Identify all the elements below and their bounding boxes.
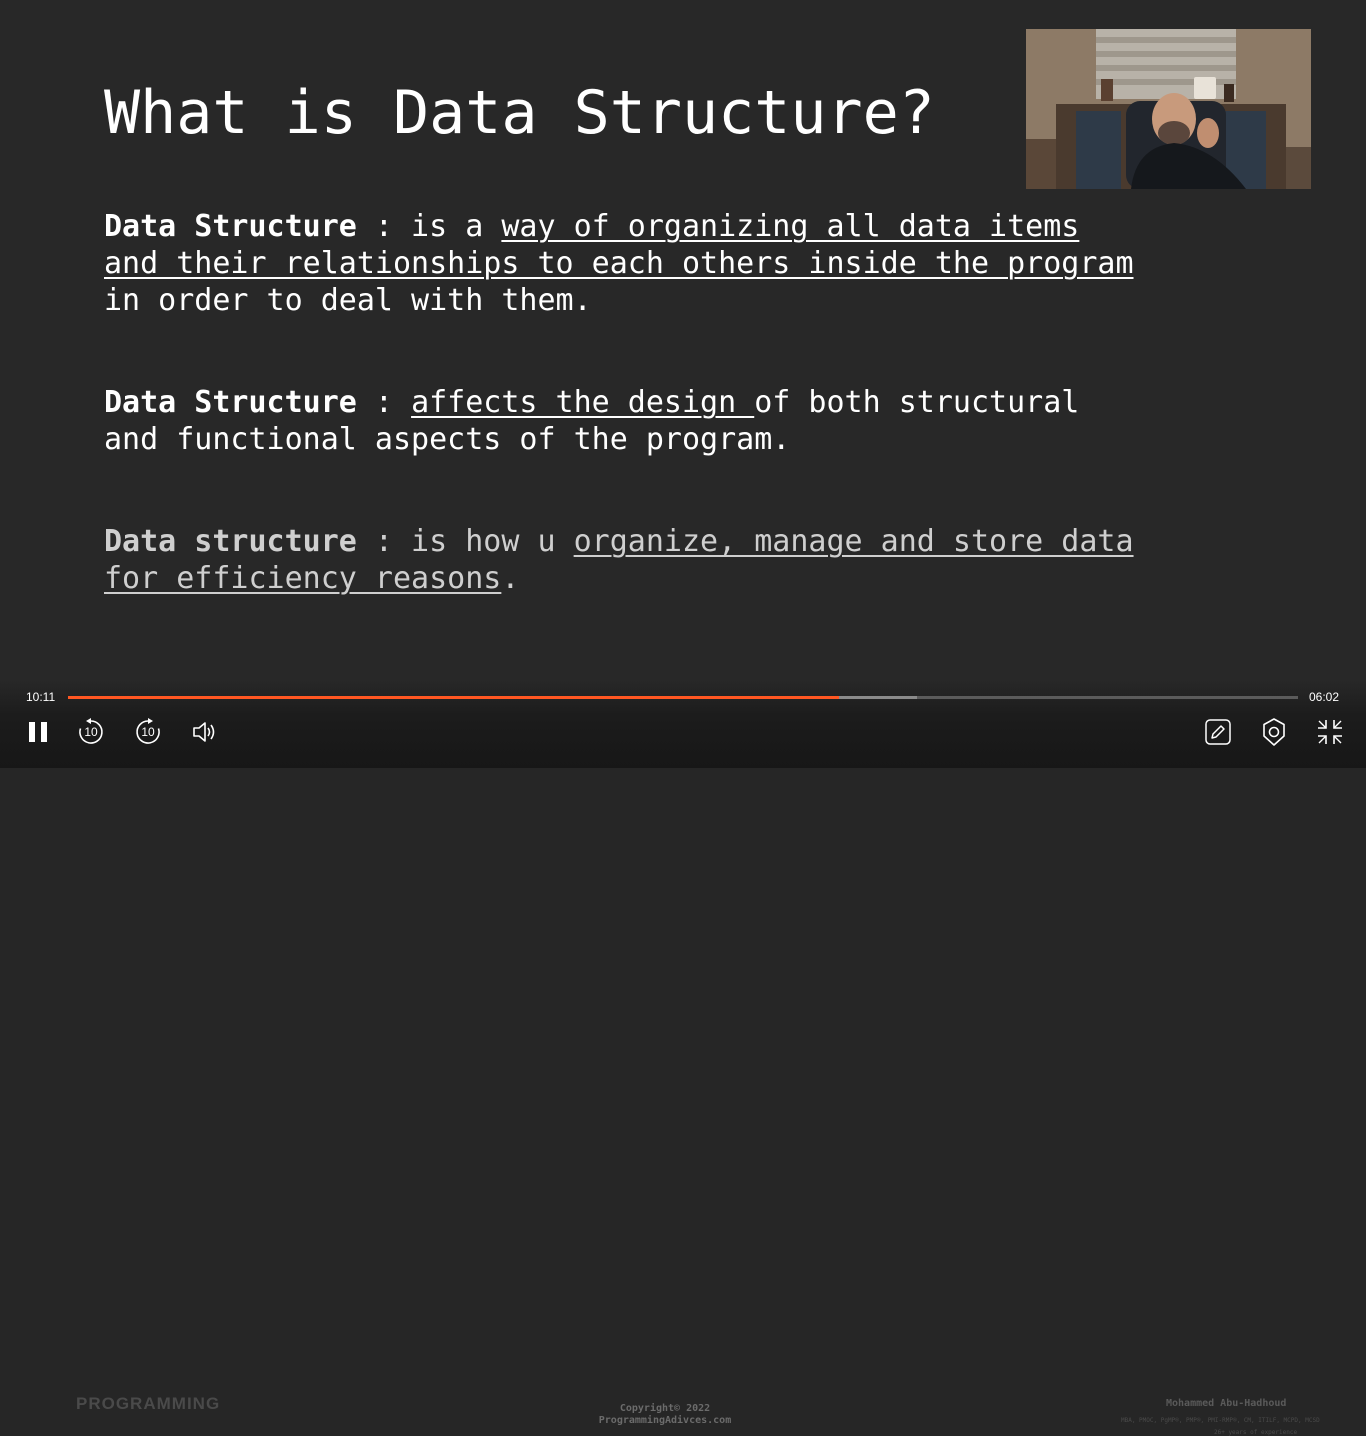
progress-bar[interactable]: [68, 696, 1298, 699]
slide-title: What is Data Structure?: [104, 78, 935, 148]
settings-icon: [1263, 718, 1285, 746]
pause-icon: [29, 722, 47, 742]
played-fill: [68, 696, 840, 699]
author-name: Mohammed Abu-Hadhoud: [1166, 1398, 1287, 1409]
volume-button[interactable]: [188, 716, 220, 748]
volume-icon: [193, 722, 215, 742]
annotate-button[interactable]: [1202, 716, 1234, 748]
definition-term: Data Structure: [104, 209, 357, 244]
remaining-time: 06:02: [1309, 690, 1340, 704]
definition-paragraph-2: Data Structure : affects the design of b…: [104, 385, 1080, 457]
instructor-webcam: [1026, 29, 1311, 189]
video-frame[interactable]: What is Data Structure? Data Structure :…: [0, 0, 1366, 768]
rewind-10-button[interactable]: 10: [75, 716, 107, 748]
definition-paragraph-3: Data structure : is how u organize, mana…: [104, 524, 1134, 596]
pencil-icon: [1205, 719, 1231, 745]
webcam-image: [1026, 29, 1311, 189]
exit-fullscreen-button[interactable]: [1314, 716, 1346, 748]
settings-button[interactable]: [1258, 716, 1290, 748]
current-time: 10:11: [26, 690, 56, 704]
brand-watermark: PROGRAMMING: [76, 1394, 221, 1413]
definition-paragraph-1: Data Structure : is a way of organizing …: [104, 209, 1134, 318]
definition-term: Data Structure: [104, 385, 357, 420]
exit-fullscreen-icon: [1318, 720, 1342, 744]
copyright-text: Copyright© 2022 ProgrammingAdivces.com: [598, 1403, 732, 1426]
forward-label: 10: [141, 725, 155, 739]
pause-button[interactable]: [22, 716, 54, 748]
definition-term: Data structure: [104, 524, 357, 559]
rewind-label: 10: [84, 725, 98, 739]
author-experience: 26+ years of experience: [1214, 1429, 1298, 1436]
forward-10-button[interactable]: 10: [132, 716, 164, 748]
author-credentials: MBA, PMOC, PgMP®, PMP®, PMI-RMP®, CM, IT…: [1121, 1417, 1320, 1424]
